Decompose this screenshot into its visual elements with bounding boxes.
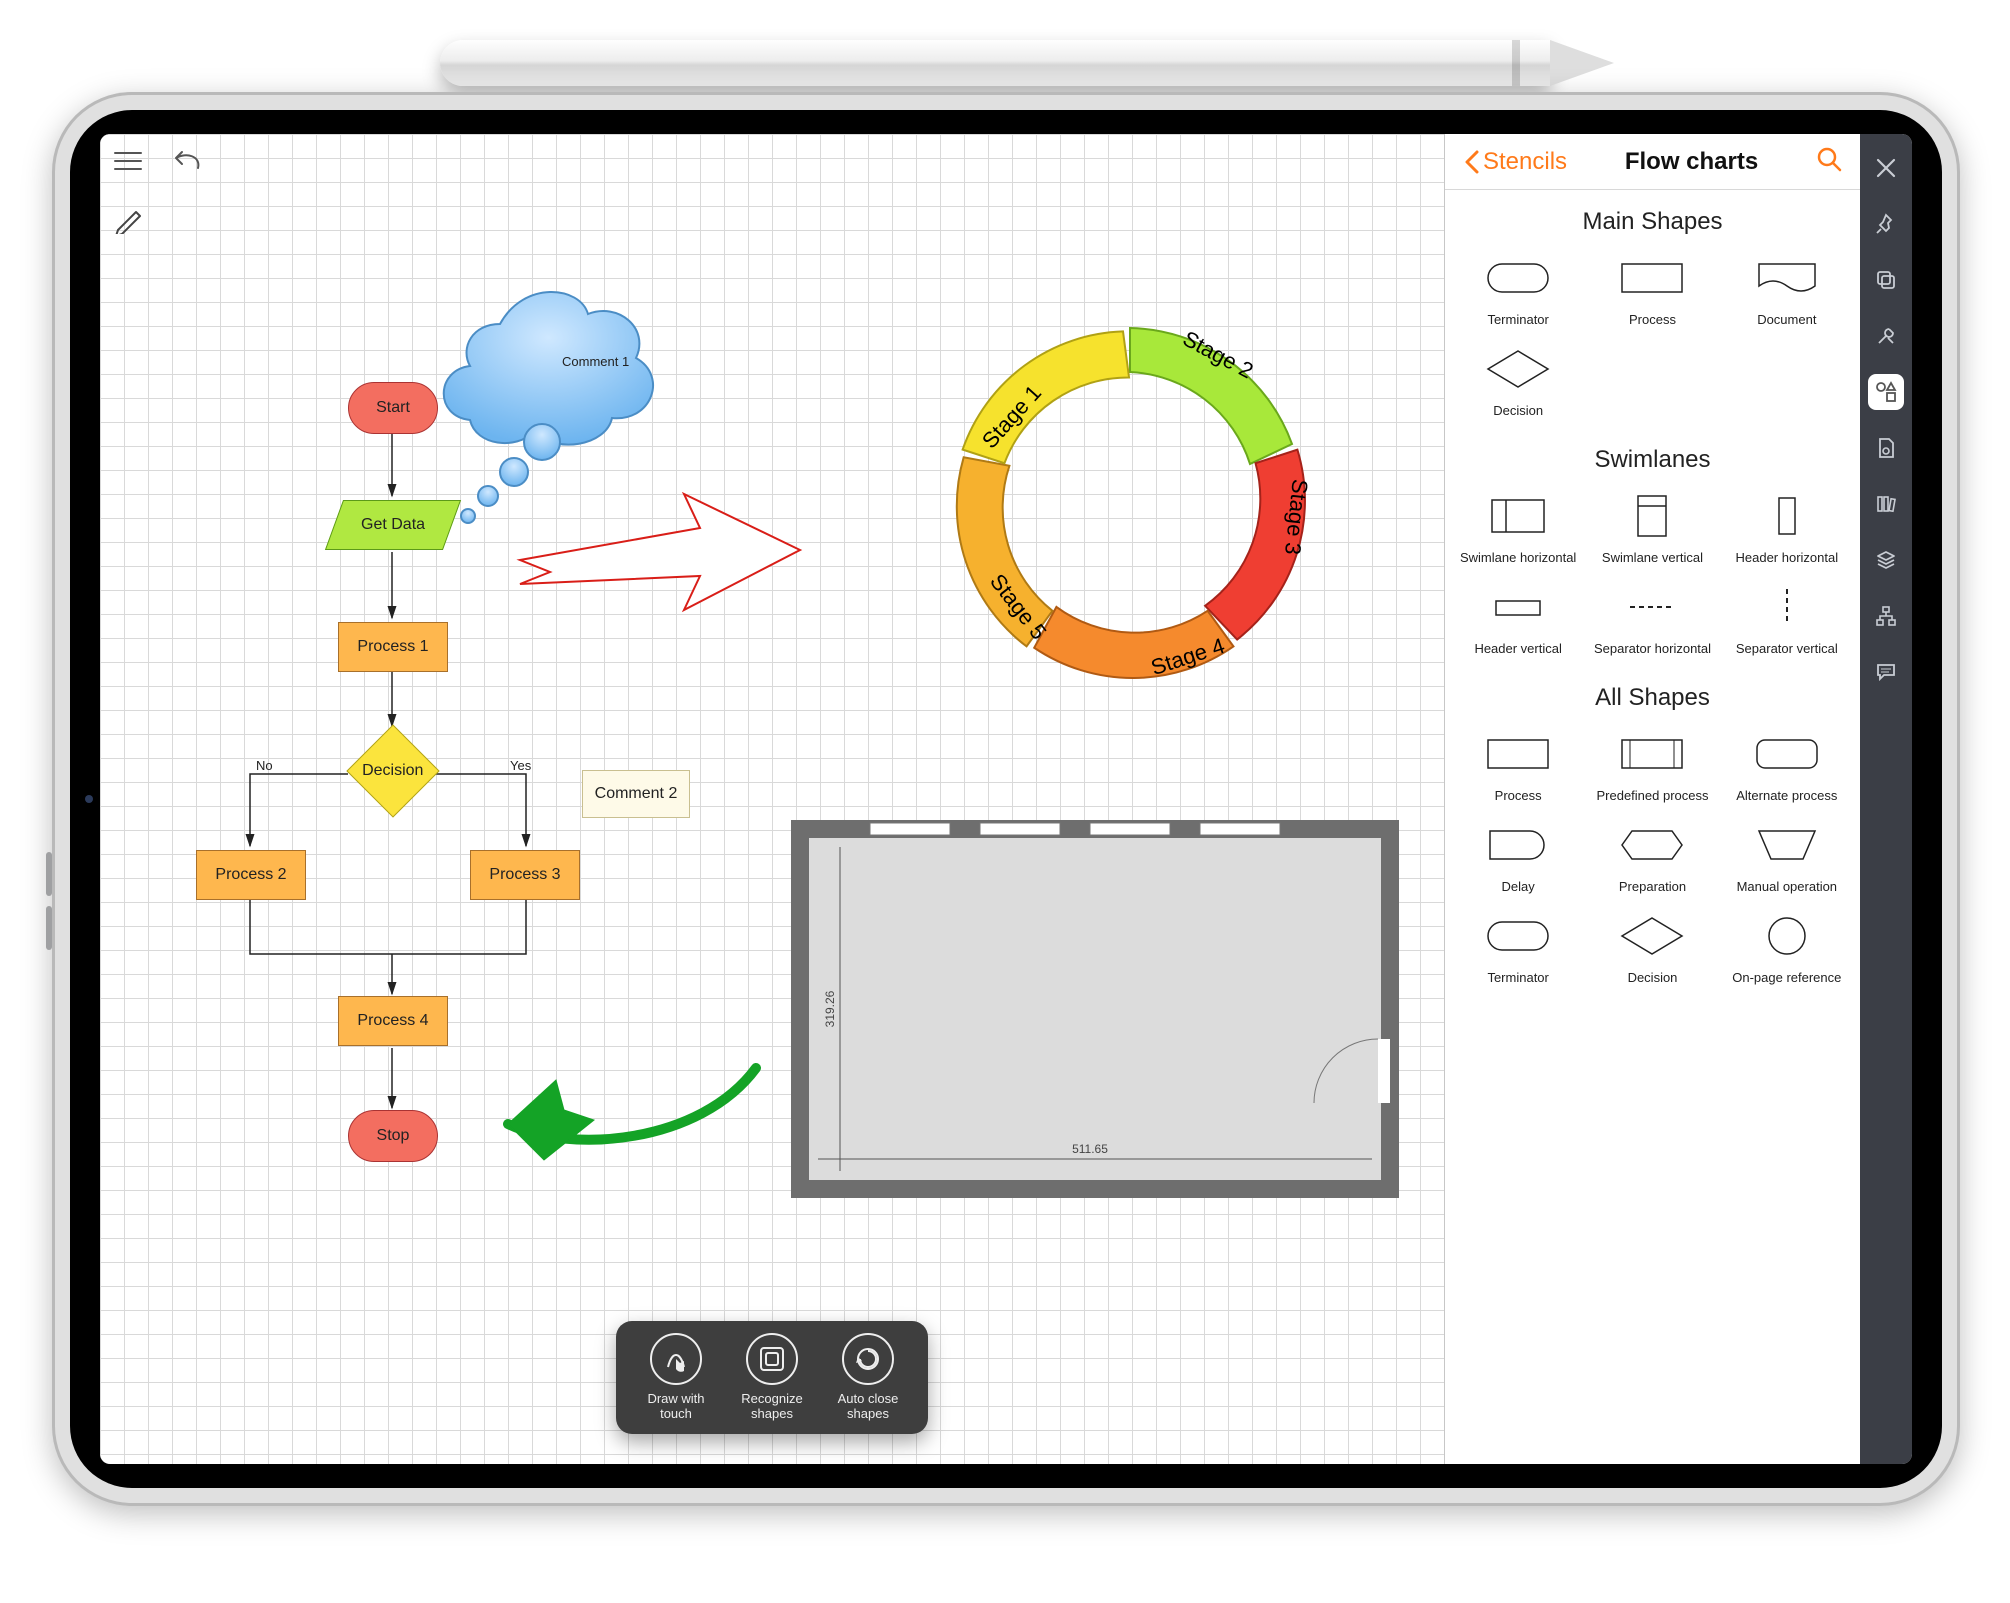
stencil-decision[interactable]: Decision xyxy=(1451,337,1585,418)
node-get-data[interactable]: Get Data xyxy=(325,500,461,550)
close-icon[interactable] xyxy=(1868,150,1904,186)
stencil-swimlane-h[interactable]: Swimlane horizontal xyxy=(1451,484,1585,565)
node-start[interactable]: Start xyxy=(348,382,438,434)
plan-width-label: 511.65 xyxy=(1072,1142,1108,1156)
apple-pencil xyxy=(440,40,1550,86)
hud-recognize[interactable]: Recognize shapes xyxy=(732,1333,812,1422)
hud-draw-touch[interactable]: Draw with touch xyxy=(636,1333,716,1422)
stencils-back-button[interactable]: Stencils xyxy=(1463,148,1567,176)
stencil-separator-h[interactable]: Separator horizontal xyxy=(1585,575,1719,656)
canvas-hud: Draw with touch Recognize shapes Auto cl… xyxy=(616,1321,928,1434)
tools-rail xyxy=(1860,134,1912,1464)
stencil-header-v[interactable]: Header vertical xyxy=(1451,575,1585,656)
stencil-separator-v[interactable]: Separator vertical xyxy=(1720,575,1854,656)
stencil-swimlane-v[interactable]: Swimlane vertical xyxy=(1585,484,1719,565)
node-process-1[interactable]: Process 1 xyxy=(338,622,448,672)
comment-icon[interactable] xyxy=(1868,654,1904,690)
volume-down-button xyxy=(46,906,52,950)
stencil-preparation[interactable]: Preparation xyxy=(1585,813,1719,894)
node-comment-2[interactable]: Comment 2 xyxy=(582,770,690,818)
stencil-process-2[interactable]: Process xyxy=(1451,722,1585,803)
stencil-decision-2[interactable]: Decision xyxy=(1585,904,1719,985)
return-arrow[interactable] xyxy=(508,1068,756,1160)
stencil-manual-operation[interactable]: Manual operation xyxy=(1720,813,1854,894)
stencil-terminator-2[interactable]: Terminator xyxy=(1451,904,1585,985)
label-no: No xyxy=(256,758,273,773)
section-all-shapes: All Shapes xyxy=(1445,666,1860,722)
label-yes: Yes xyxy=(510,758,531,773)
thought-cloud[interactable] xyxy=(444,292,653,523)
section-swimlanes: Swimlanes xyxy=(1445,428,1860,484)
stencil-delay[interactable]: Delay xyxy=(1451,813,1585,894)
stencil-header-h[interactable]: Header horizontal xyxy=(1720,484,1854,565)
library-icon[interactable] xyxy=(1868,486,1904,522)
node-process-3[interactable]: Process 3 xyxy=(470,850,580,900)
stencil-predefined-process[interactable]: Predefined process xyxy=(1585,722,1719,803)
hud-autoclose[interactable]: Auto close shapes xyxy=(828,1333,908,1422)
cycle-diagram[interactable]: Stage 2 Stage 3 Stage 4 Stage 5 Stage 1 xyxy=(920,294,1340,714)
plan-height-label: 319.26 xyxy=(823,990,837,1027)
document-settings-icon[interactable] xyxy=(1868,430,1904,466)
section-main-shapes: Main Shapes xyxy=(1445,190,1860,246)
stencil-title: Flow charts xyxy=(1625,148,1758,176)
ipad-frame: 511.65 319.26 Start Comment 1 Get Data P… xyxy=(52,92,1960,1506)
node-process-4[interactable]: Process 4 xyxy=(338,996,448,1046)
big-arrow-right[interactable] xyxy=(520,494,800,610)
volume-up-button xyxy=(46,852,52,896)
node-comment-1[interactable]: Comment 1 xyxy=(562,354,629,369)
tree-icon[interactable] xyxy=(1868,598,1904,634)
camera-dot-icon xyxy=(85,795,93,803)
copy-icon[interactable] xyxy=(1868,262,1904,298)
stencil-document[interactable]: Document xyxy=(1720,246,1854,327)
shapes-icon[interactable] xyxy=(1868,374,1904,410)
chevron-left-icon xyxy=(1463,150,1479,174)
node-process-2[interactable]: Process 2 xyxy=(196,850,306,900)
stencil-onpage-ref[interactable]: On-page reference xyxy=(1720,904,1854,985)
stencil-terminator[interactable]: Terminator xyxy=(1451,246,1585,327)
pin-icon[interactable] xyxy=(1868,206,1904,242)
stencil-alternate-process[interactable]: Alternate process xyxy=(1720,722,1854,803)
layers-icon[interactable] xyxy=(1868,542,1904,578)
stencil-panel: Stencils Flow charts Main Shapes Termina… xyxy=(1444,134,1860,1464)
drawing-canvas[interactable]: 511.65 319.26 Start Comment 1 Get Data P… xyxy=(100,134,1444,1464)
node-stop[interactable]: Stop xyxy=(348,1110,438,1162)
stencil-process[interactable]: Process xyxy=(1585,246,1719,327)
floor-plan[interactable]: 511.65 319.26 xyxy=(800,823,1390,1189)
tools-icon[interactable] xyxy=(1868,318,1904,354)
search-icon[interactable] xyxy=(1816,146,1842,177)
